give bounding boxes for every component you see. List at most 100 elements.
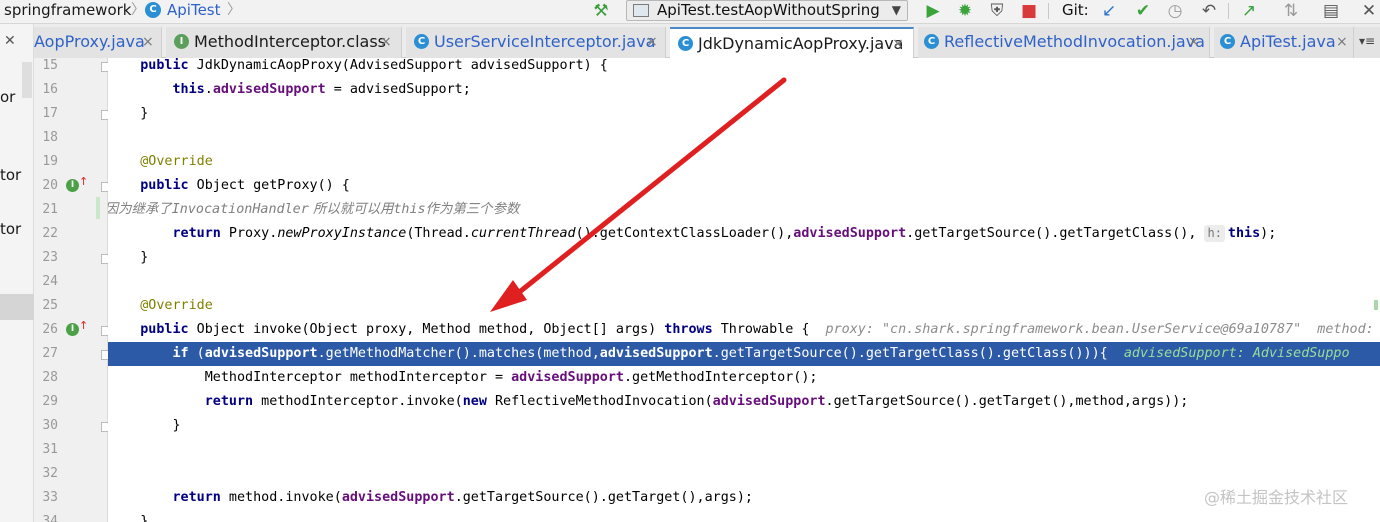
diff-icon[interactable]: ⇅ bbox=[1280, 2, 1302, 22]
tab-jdk-dynamic-aop-proxy[interactable]: C JdkDynamicAopProxy.java × bbox=[670, 27, 914, 59]
close-icon[interactable]: × bbox=[1188, 33, 1200, 51]
tree-item-fragment[interactable]: or bbox=[0, 88, 15, 106]
code-keyword: return bbox=[172, 226, 221, 241]
line-number: 19 bbox=[42, 154, 58, 169]
stop-icon[interactable]: ■ bbox=[1018, 2, 1040, 22]
class-icon: C bbox=[414, 34, 429, 49]
code-text: ReflectiveMethodInvocation( bbox=[486, 394, 713, 409]
error-stripe-marker[interactable] bbox=[1374, 300, 1378, 310]
code-comment: InvocationHandler bbox=[171, 202, 309, 217]
code-text: } bbox=[140, 514, 149, 522]
line-number: 18 bbox=[42, 130, 58, 145]
structure-icon[interactable]: ▤ bbox=[1320, 2, 1342, 22]
watermark: @稀土掘金技术社区 bbox=[1204, 488, 1349, 507]
line-number: 24 bbox=[42, 274, 58, 289]
line-number: 30 bbox=[42, 418, 58, 433]
tab-label: ReflectiveMethodInvocation.java bbox=[944, 32, 1205, 51]
code-text: Throwable { bbox=[712, 322, 826, 337]
code-static-call: currentThread bbox=[470, 226, 576, 241]
line-number: 17 bbox=[42, 106, 58, 121]
code-line-30: } bbox=[108, 414, 1380, 438]
code-text: JdkDynamicAopProxy(AdvisedSupport advise… bbox=[188, 58, 608, 73]
code-keyword: throws bbox=[664, 322, 713, 337]
code-keyword: this bbox=[1227, 226, 1261, 241]
close-icon[interactable]: × bbox=[646, 33, 658, 51]
breadcrumb-class[interactable]: ApiTest bbox=[167, 0, 221, 24]
code-line-27-current: if (advisedSupport.getMethodMatcher().ma… bbox=[108, 342, 1380, 366]
line-number: 21 bbox=[42, 202, 58, 217]
run-configuration-select[interactable]: ApiTest.testAopWithoutSpring ▼ bbox=[626, 0, 908, 21]
code-field: advisedSupport bbox=[712, 394, 826, 409]
debug-inline-value: advisedSupport: AdvisedSuppo bbox=[1123, 346, 1350, 361]
panel-scrollbar[interactable] bbox=[22, 62, 32, 98]
code-line-22: return Proxy.newProxyInstance(Thread.cur… bbox=[108, 222, 1380, 246]
close-icon[interactable]: × bbox=[142, 33, 154, 51]
tab-overflow-menu-icon[interactable]: ▾≡ bbox=[1354, 27, 1380, 58]
history-icon[interactable]: ◷ bbox=[1164, 2, 1186, 22]
code-static-call: newProxyInstance bbox=[277, 226, 407, 241]
junit-config-icon bbox=[633, 4, 649, 17]
toolbar-divider bbox=[1228, 3, 1229, 19]
vcs-push-icon[interactable]: ↗ bbox=[1238, 2, 1260, 22]
code-text: .getTargetSource().getTargetClass(), bbox=[906, 226, 1205, 241]
code-keyword: public bbox=[140, 322, 189, 337]
code-field: advisedSupport bbox=[341, 490, 455, 505]
line-number: 28 bbox=[42, 370, 58, 385]
tab-label: JdkDynamicAopProxy.java bbox=[698, 34, 904, 53]
implements-method-icon[interactable]: I bbox=[66, 323, 79, 336]
tab-reflective-method-invocation[interactable]: C ReflectiveMethodInvocation.java × bbox=[918, 27, 1210, 58]
coverage-icon[interactable]: ⛨ bbox=[986, 2, 1008, 22]
line-number: 29 bbox=[42, 394, 58, 409]
close-icon[interactable]: × bbox=[380, 33, 392, 51]
tab-aop-proxy[interactable]: AopProxy.java × bbox=[34, 27, 162, 58]
code-line-25: @Override bbox=[108, 294, 1380, 318]
close-icon[interactable]: × bbox=[892, 35, 904, 53]
code-line-20: public Object getProxy() { bbox=[108, 174, 1380, 198]
editor-gutter: 15 16 17 18 19 20 21 22 23 24 25 26 27 2… bbox=[34, 58, 110, 522]
tree-item-fragment[interactable]: tor bbox=[0, 220, 21, 238]
code-line-26: public Object invoke(Object proxy, Metho… bbox=[108, 318, 1380, 342]
project-tool-window: ✕ or tor tor bbox=[0, 24, 34, 522]
code-text: ( bbox=[188, 346, 205, 361]
vcs-commit-icon[interactable]: ✔ bbox=[1132, 2, 1154, 22]
run-icon[interactable]: ▶ bbox=[922, 2, 944, 22]
tab-method-interceptor[interactable]: I MethodInterceptor.class × bbox=[166, 27, 402, 58]
code-line-15: public JdkDynamicAopProxy(AdvisedSupport… bbox=[108, 58, 1380, 78]
code-text: . bbox=[204, 82, 213, 97]
code-keyword: public bbox=[140, 58, 189, 73]
parameter-hint: h: bbox=[1204, 225, 1225, 242]
tab-api-test[interactable]: C ApiTest.java × bbox=[1214, 27, 1354, 58]
class-icon: C bbox=[145, 2, 161, 18]
tab-user-service-interceptor[interactable]: C UserServiceInterceptor.java × bbox=[406, 27, 666, 58]
tree-item-fragment[interactable]: tor bbox=[0, 166, 21, 184]
debug-icon[interactable]: ✹ bbox=[954, 2, 976, 22]
code-line-19: @Override bbox=[108, 150, 1380, 174]
code-editor[interactable]: public JdkDynamicAopProxy(AdvisedSupport… bbox=[108, 58, 1380, 522]
rollback-icon[interactable]: ↶ bbox=[1198, 2, 1220, 22]
code-annotation: @Override bbox=[140, 298, 213, 313]
line-number: 31 bbox=[42, 442, 58, 457]
code-text: .getTargetSource().getTarget(),method,ar… bbox=[825, 394, 1189, 409]
code-field: advisedSupport bbox=[212, 82, 326, 97]
line-number: 22 bbox=[42, 226, 58, 241]
vcs-update-icon[interactable]: ↙ bbox=[1098, 2, 1120, 22]
line-number: 34 bbox=[42, 514, 58, 522]
code-line-23: } bbox=[108, 246, 1380, 270]
search-everywhere-icon[interactable]: ✕ bbox=[1358, 2, 1380, 22]
line-number: 15 bbox=[42, 58, 58, 73]
interface-icon: I bbox=[174, 34, 189, 49]
vcs-change-marker[interactable] bbox=[96, 197, 100, 219]
close-icon[interactable]: × bbox=[1336, 33, 1348, 51]
collapse-panel-icon[interactable]: ✕ bbox=[4, 33, 30, 51]
class-icon: C bbox=[924, 34, 939, 49]
breadcrumb-project[interactable]: springframework bbox=[4, 0, 131, 24]
hammer-icon[interactable]: ⚒ bbox=[590, 2, 612, 22]
code-line-34: } bbox=[108, 510, 1380, 522]
code-keyword: return bbox=[204, 394, 254, 409]
code-text: methodInterceptor.invoke( bbox=[253, 394, 463, 409]
override-arrow-icon[interactable]: ↑ bbox=[79, 176, 88, 188]
override-arrow-icon[interactable]: ↑ bbox=[79, 320, 88, 332]
code-line-21: // 因为继承了InvocationHandler 所以就可以用this作为第三… bbox=[108, 198, 1280, 222]
implements-method-icon[interactable]: I bbox=[66, 179, 79, 192]
tab-label: ApiTest.java bbox=[1240, 32, 1336, 51]
